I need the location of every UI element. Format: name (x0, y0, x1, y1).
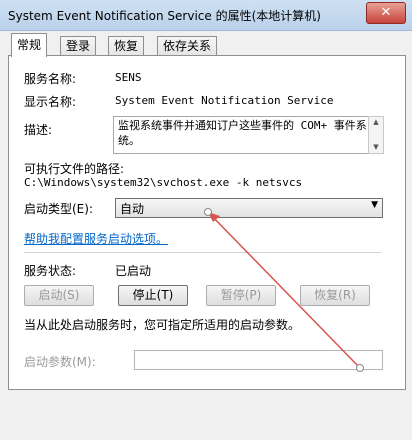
service-name-label: 服务名称: (24, 72, 77, 86)
description-textbox[interactable]: 监视系统事件并通知订户这些事件的 COM+ 事件系统。 (113, 116, 373, 154)
path-value[interactable]: C:\Windows\system32\svchost.exe -k netsv… (24, 176, 302, 189)
scroll-down-icon[interactable]: ▼ (369, 142, 383, 153)
help-configure-link[interactable]: 帮助我配置服务启动选项。 (24, 230, 168, 247)
service-status-label: 服务状态: (24, 264, 77, 278)
display-name-label: 显示名称: (24, 95, 77, 109)
separator (24, 252, 381, 253)
service-name-value[interactable]: SENS (115, 71, 142, 84)
start-params-input[interactable] (134, 350, 383, 370)
pause-button[interactable]: 暂停(P) (206, 285, 276, 306)
description-label: 描述: (24, 123, 53, 137)
chevron-down-icon: ▼ (371, 200, 378, 210)
start-params-label: 启动参数(M): (24, 355, 96, 369)
resume-button[interactable]: 恢复(R) (300, 285, 370, 306)
startup-type-dropdown[interactable]: 自动 ▼ (115, 198, 383, 218)
path-label: 可执行文件的路径: (24, 162, 125, 176)
description-scrollbar[interactable]: ▲ ▼ (368, 116, 384, 154)
startup-type-label: 启动类型(E): (24, 202, 93, 216)
start-button[interactable]: 启动(S) (24, 285, 94, 306)
start-params-hint: 当从此处启动服务时，您可指定所适用的启动参数。 (24, 318, 301, 332)
stop-button[interactable]: 停止(T) (118, 285, 188, 306)
service-status-value: 已启动 (115, 264, 152, 278)
scroll-up-icon[interactable]: ▲ (369, 117, 383, 128)
startup-type-value: 自动 (120, 202, 145, 216)
display-name-value[interactable]: System Event Notification Service (115, 94, 334, 107)
